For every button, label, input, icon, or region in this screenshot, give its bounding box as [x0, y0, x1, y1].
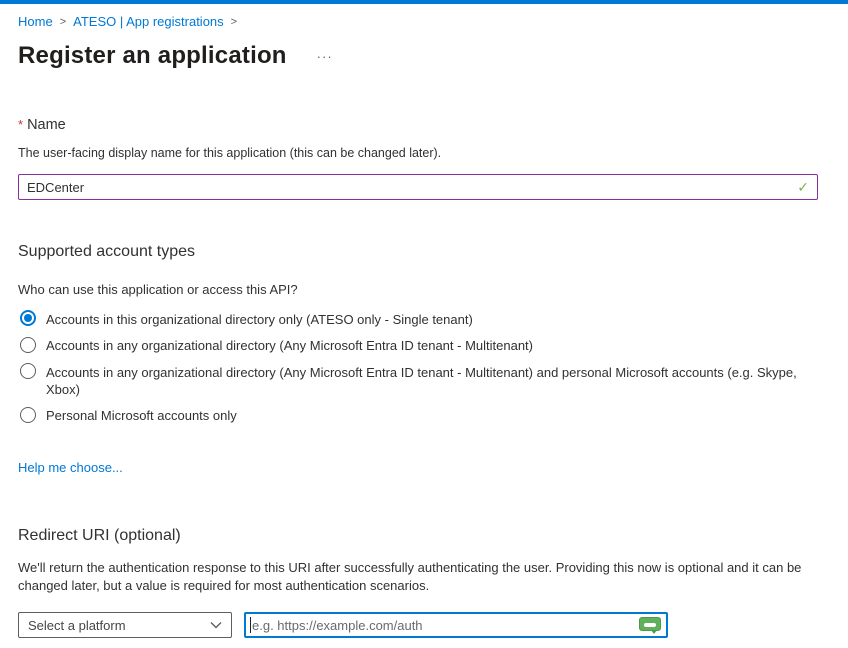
- redirect-uri-input[interactable]: [244, 612, 668, 638]
- breadcrumb: Home > ATESO | App registrations >: [18, 14, 818, 29]
- name-input[interactable]: [18, 174, 818, 200]
- redirect-uri-controls: Select a platform: [18, 612, 818, 638]
- radio-option-2[interactable]: Accounts in any organizational directory…: [18, 363, 818, 398]
- radio-option-label: Accounts in this organizational director…: [46, 310, 473, 328]
- redirect-uri-description: We'll return the authentication response…: [18, 559, 818, 595]
- portal-accent-bar: [0, 0, 848, 4]
- breadcrumb-separator-icon: >: [60, 16, 66, 28]
- more-options-icon[interactable]: ···: [317, 49, 333, 64]
- radio-option-label: Accounts in any organizational directory…: [46, 363, 818, 398]
- redirect-uri-input-container: [244, 612, 668, 638]
- name-input-container: ✓: [18, 174, 818, 200]
- account-types-question: Who can use this application or access t…: [18, 282, 818, 297]
- radio-button-icon[interactable]: [20, 337, 36, 353]
- account-types-radio-group: Accounts in this organizational director…: [18, 310, 818, 424]
- platform-select-dropdown[interactable]: Select a platform: [18, 612, 232, 638]
- name-field-label: * Name: [18, 117, 818, 133]
- chevron-down-icon: [210, 621, 222, 629]
- page-header: Register an application ···: [18, 42, 818, 70]
- radio-option-1[interactable]: Accounts in any organizational directory…: [18, 337, 818, 355]
- radio-option-label: Accounts in any organizational directory…: [46, 337, 533, 355]
- input-helper-bubble-icon[interactable]: [639, 617, 661, 631]
- radio-option-0[interactable]: Accounts in this organizational director…: [18, 310, 818, 328]
- register-application-page: Home > ATESO | App registrations > Regis…: [0, 14, 848, 638]
- redirect-uri-heading: Redirect URI (optional): [18, 527, 818, 545]
- radio-button-icon[interactable]: [20, 363, 36, 379]
- radio-option-3[interactable]: Personal Microsoft accounts only: [18, 407, 818, 425]
- name-field-hint: The user-facing display name for this ap…: [18, 146, 818, 160]
- platform-select-value: Select a platform: [28, 618, 126, 633]
- name-label-text: Name: [27, 117, 66, 133]
- breadcrumb-separator-icon: >: [231, 16, 237, 28]
- radio-option-label: Personal Microsoft accounts only: [46, 407, 237, 425]
- radio-button-icon[interactable]: [20, 407, 36, 423]
- page-title: Register an application: [18, 42, 287, 70]
- help-me-choose-link[interactable]: Help me choose...: [18, 460, 123, 475]
- supported-account-types-heading: Supported account types: [18, 243, 818, 261]
- radio-button-icon[interactable]: [20, 310, 36, 326]
- breadcrumb-home-link[interactable]: Home: [18, 14, 53, 29]
- required-asterisk: *: [18, 117, 23, 132]
- breadcrumb-app-registrations-link[interactable]: ATESO | App registrations: [73, 14, 224, 29]
